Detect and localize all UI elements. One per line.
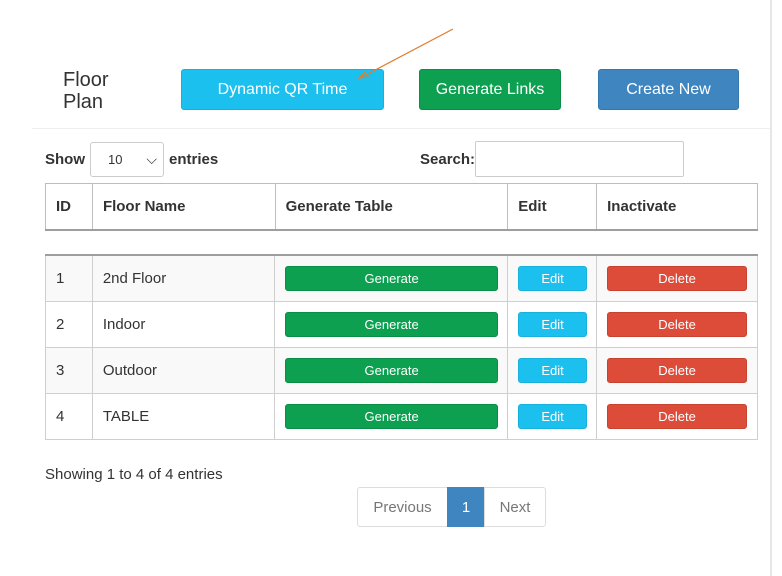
generate-button[interactable]: Generate <box>285 403 499 429</box>
cell-generate: Generate <box>274 392 509 440</box>
cell-id: 3 <box>45 346 93 394</box>
floor-table: 1 2nd Floor Generate Edit Delete 2 Indoo… <box>45 254 758 440</box>
page-title: Floor Plan <box>63 69 109 113</box>
entries-label: entries <box>169 150 219 168</box>
column-header-generate-table[interactable]: Generate Table <box>274 183 509 231</box>
dynamic-qr-time-button[interactable]: Dynamic QR Time <box>181 69 384 110</box>
cell-generate: Generate <box>274 300 509 348</box>
pagination: Previous 1 Next <box>357 487 546 527</box>
search-input[interactable] <box>475 141 685 177</box>
table-info: Showing 1 to 4 of 4 entries <box>45 466 223 483</box>
column-header-edit[interactable]: Edit <box>507 183 598 231</box>
table-row: 2 Indoor Generate Edit Delete <box>45 300 758 348</box>
cell-id: 2 <box>45 300 93 348</box>
delete-button[interactable]: Delete <box>607 311 748 337</box>
generate-links-button[interactable]: Generate Links <box>419 69 561 110</box>
column-header-id[interactable]: ID <box>45 183 93 231</box>
cell-floor-name: Indoor <box>91 300 276 348</box>
cell-generate: Generate <box>274 346 509 394</box>
column-header-inactivate[interactable]: Inactivate <box>596 183 758 231</box>
create-new-button[interactable]: Create New <box>598 69 739 110</box>
cell-generate: Generate <box>274 254 509 302</box>
cell-id: 4 <box>45 392 93 440</box>
cell-floor-name: TABLE <box>91 392 276 440</box>
generate-button[interactable]: Generate <box>285 311 499 337</box>
table-row: 3 Outdoor Generate Edit Delete <box>45 346 758 394</box>
cell-delete: Delete <box>596 300 758 348</box>
cell-edit: Edit <box>507 346 598 394</box>
show-label: Show <box>45 150 85 168</box>
generate-button[interactable]: Generate <box>285 265 499 291</box>
header-divider <box>32 128 770 129</box>
cell-edit: Edit <box>507 300 598 348</box>
page-right-border <box>770 0 772 576</box>
column-header-floor-name[interactable]: Floor Name <box>91 183 276 231</box>
edit-button[interactable]: Edit <box>518 265 588 291</box>
edit-button[interactable]: Edit <box>518 311 588 337</box>
cell-floor-name: 2nd Floor <box>91 254 276 302</box>
pagination-previous[interactable]: Previous <box>357 487 448 527</box>
cell-id: 1 <box>45 254 93 302</box>
table-header: ID Floor Name Generate Table Edit Inacti… <box>45 183 758 231</box>
generate-button[interactable]: Generate <box>285 357 499 383</box>
cell-edit: Edit <box>507 254 598 302</box>
search-control: Search: <box>420 141 685 177</box>
table-row: 4 TABLE Generate Edit Delete <box>45 392 758 440</box>
edit-button[interactable]: Edit <box>518 403 588 429</box>
delete-button[interactable]: Delete <box>607 265 748 291</box>
cell-delete: Delete <box>596 346 758 394</box>
page-length-select[interactable]: 10 ⌵ <box>90 141 164 177</box>
chevron-down-icon: ⌵ <box>146 150 157 167</box>
pagination-page-1[interactable]: 1 <box>447 487 485 527</box>
table-row: 1 2nd Floor Generate Edit Delete <box>45 254 758 302</box>
cell-delete: Delete <box>596 392 758 440</box>
cell-floor-name: Outdoor <box>91 346 276 394</box>
page-length-value: 10 <box>108 151 123 167</box>
edit-button[interactable]: Edit <box>518 357 588 383</box>
pagination-next[interactable]: Next <box>484 487 546 527</box>
search-label: Search: <box>420 150 476 168</box>
delete-button[interactable]: Delete <box>607 357 748 383</box>
page-length-control: Show 10 ⌵ entries <box>45 141 218 177</box>
delete-button[interactable]: Delete <box>607 403 748 429</box>
cell-edit: Edit <box>507 392 598 440</box>
cell-delete: Delete <box>596 254 758 302</box>
